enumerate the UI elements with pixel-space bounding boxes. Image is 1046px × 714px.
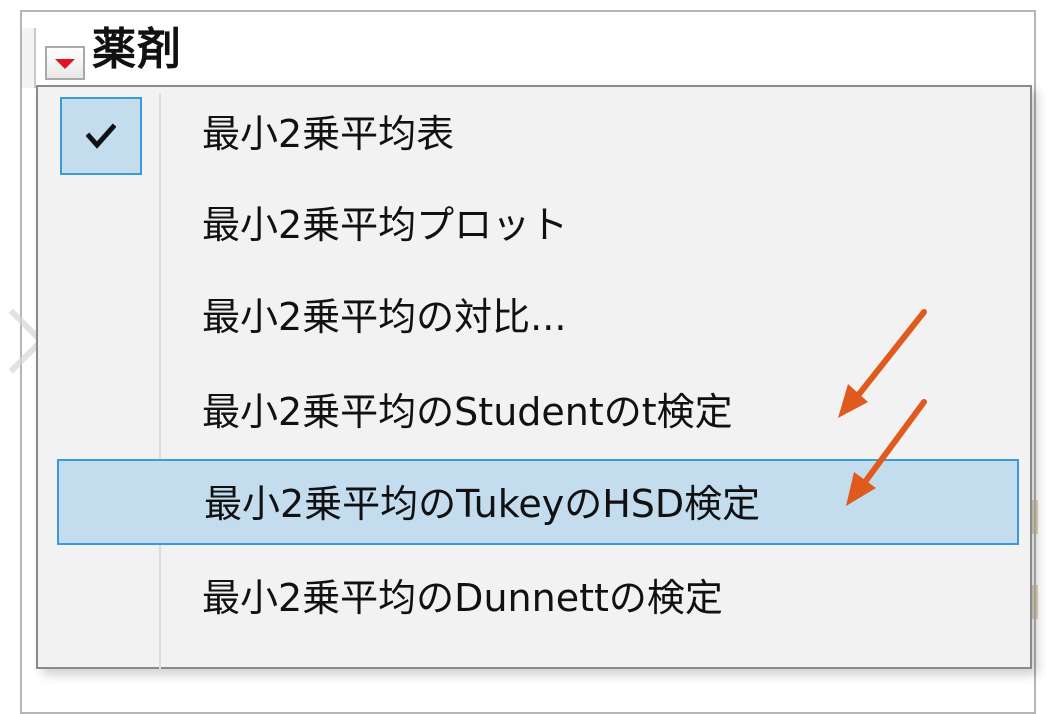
menu-item-label: 最小2乗平均のStudentのt検定 <box>202 390 733 434</box>
menu-item-ls-means-student-t[interactable]: 最小2乗平均のStudentのt検定 <box>54 369 1020 455</box>
menu-item-ls-means-table[interactable]: 最小2乗平均表 <box>54 91 1020 177</box>
menu-item-ls-means-contrast[interactable]: 最小2乗平均の対比... <box>54 274 1020 360</box>
menu-item-label: 最小2乗平均のTukeyのHSD検定 <box>204 482 761 526</box>
menu-item-label: 最小2乗平均プロット <box>202 203 569 247</box>
menu-item-ls-means-plot[interactable]: 最小2乗平均プロット <box>54 182 1020 268</box>
menu-item-label: 最小2乗平均のDunnettの検定 <box>202 576 723 620</box>
menu-item-ls-means-tukey-hsd[interactable]: 最小2乗平均のTukeyのHSD検定 <box>57 459 1019 545</box>
menu-item-ls-means-dunnett[interactable]: 最小2乗平均のDunnettの検定 <box>54 555 1020 641</box>
checked-indicator <box>60 97 142 175</box>
red-triangle-menu-button[interactable] <box>45 46 85 80</box>
menu-item-label: 最小2乗平均表 <box>202 112 455 156</box>
panel-edge <box>22 28 36 88</box>
popup-menu: 最小2乗平均表 最小2乗平均プロット 最小2乗平均の対比... 最小2乗平均のS… <box>36 85 1032 673</box>
report-edge-mark <box>1032 500 1038 534</box>
report-edge-mark <box>1032 585 1038 619</box>
checkmark-icon <box>62 99 140 173</box>
red-triangle-icon <box>55 59 75 69</box>
outline-title: 薬剤 <box>92 24 182 75</box>
menu-item-label: 最小2乗平均の対比... <box>202 295 567 339</box>
